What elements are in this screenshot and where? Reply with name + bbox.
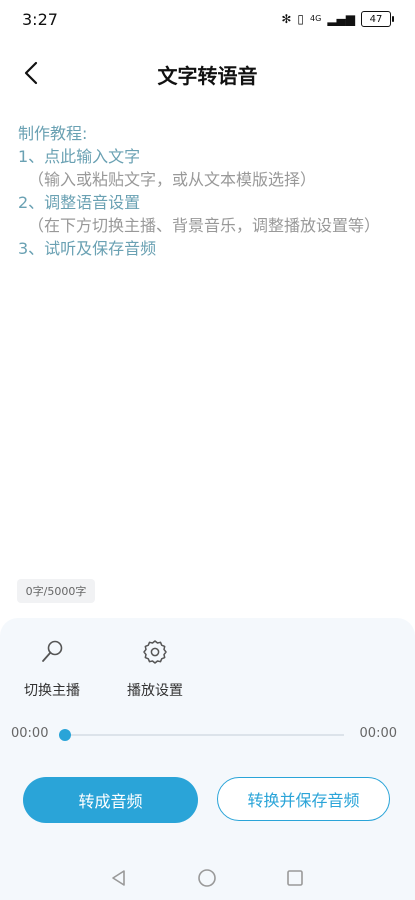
page-title: 文字转语音 — [157, 64, 258, 88]
tutorial-step-2-hint: （在下方切换主播、背景音乐，调整播放设置等） — [28, 216, 381, 235]
signal-icon: ▂▄▆ — [327, 12, 355, 26]
tutorial-step-1-hint: （输入或粘贴文字，或从文本模版选择） — [28, 170, 317, 189]
progress-track[interactable] — [64, 734, 344, 736]
tutorial-heading: 制作教程: — [18, 124, 88, 143]
convert-audio-button[interactable]: 转成音频 — [23, 777, 198, 823]
tutorial-step-3: 3、试听及保存音频 — [18, 239, 157, 258]
status-time: 3:27 — [22, 10, 58, 29]
switch-anchor-label: 切换主播 — [24, 683, 80, 699]
system-nav-bar — [0, 858, 415, 900]
bluetooth-icon: ✻ — [281, 12, 292, 26]
convert-save-audio-button[interactable]: 转换并保存音频 — [217, 777, 390, 821]
nav-back-icon[interactable] — [109, 868, 129, 888]
battery-icon: 47 — [361, 11, 394, 27]
title-bar: 文字转语音 — [0, 50, 415, 96]
progress-thumb[interactable] — [59, 729, 71, 741]
status-icons: ✻ ▯ 4G ▂▄▆ 47 — [281, 11, 394, 27]
network-label: 4G — [310, 14, 322, 23]
tutorial-step-1: 1、点此输入文字 — [18, 147, 141, 166]
microphone-icon — [42, 640, 63, 662]
playback-settings-button[interactable]: 播放设置 — [115, 638, 195, 700]
total-time: 00:00 — [359, 726, 397, 741]
tutorial-step-2: 2、调整语音设置 — [18, 193, 141, 212]
gear-icon — [143, 640, 167, 664]
switch-anchor-button[interactable]: 切换主播 — [12, 638, 92, 700]
nav-recents-icon[interactable] — [285, 868, 305, 888]
nav-home-icon[interactable] — [197, 868, 217, 888]
current-time: 00:00 — [11, 726, 49, 741]
vibrate-icon: ▯ — [297, 12, 305, 26]
status-bar: 3:27 ✻ ▯ 4G ▂▄▆ 47 — [0, 0, 415, 40]
char-count-badge: 0字/5000字 — [17, 579, 95, 603]
playback-settings-label: 播放设置 — [127, 683, 183, 699]
bottom-panel: 切换主播 播放设置 00:00 00:00 转成音频 转换并保存音频 — [0, 618, 415, 858]
text-input-area[interactable]: 制作教程: 1、点此输入文字 （输入或粘贴文字，或从文本模版选择） 2、调整语音… — [18, 122, 408, 260]
